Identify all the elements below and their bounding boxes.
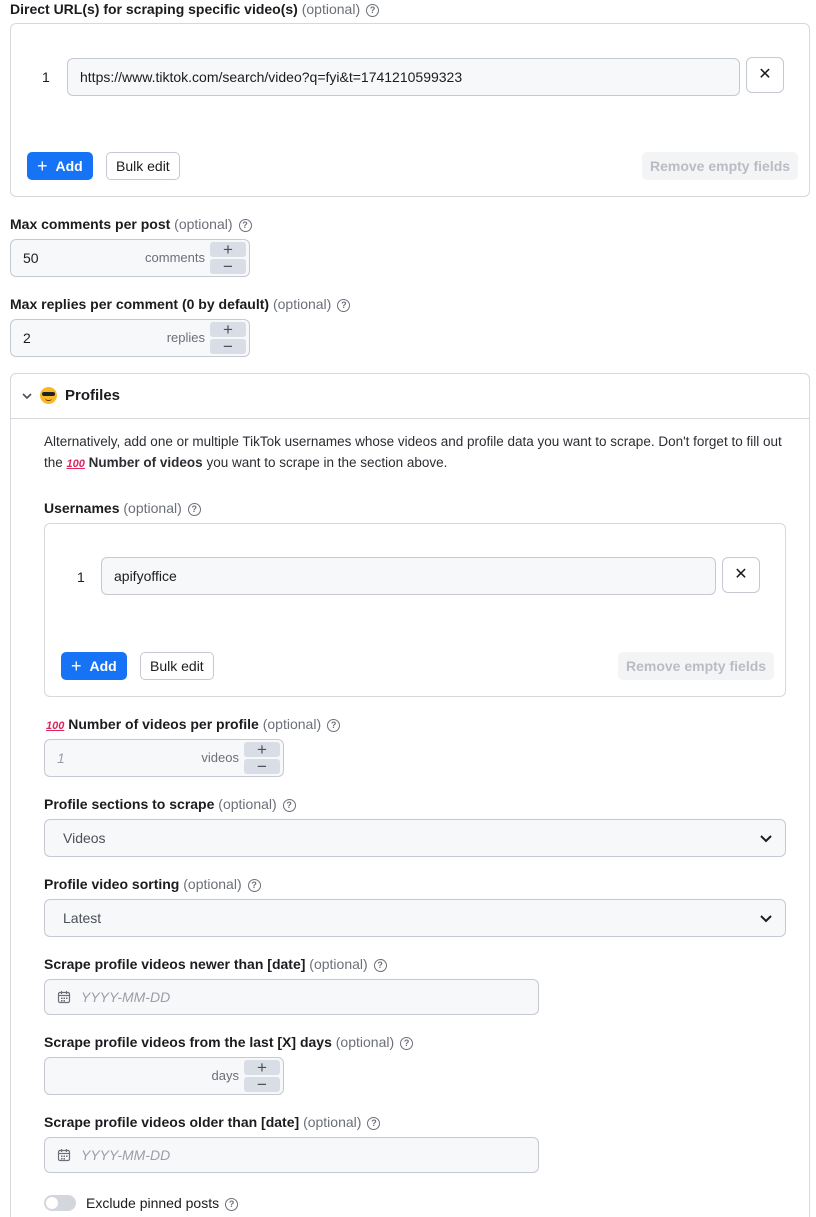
newer-than-date-input[interactable]: YYYY-MM-DD (44, 979, 539, 1015)
remove-empty-usernames-button[interactable]: Remove empty fields (618, 652, 775, 680)
plus-icon[interactable]: + (244, 741, 280, 758)
help-icon[interactable]: ? (337, 299, 351, 312)
profile-sections-label: Profile sections to scrape (optional)? (44, 796, 296, 812)
max-replies-input[interactable]: 2 replies + − (10, 319, 250, 357)
help-icon[interactable]: ? (400, 1037, 414, 1050)
profile-sorting-label: Profile video sorting (optional)? (44, 876, 261, 892)
remove-url-button[interactable]: ✕ (746, 57, 784, 93)
help-icon[interactable]: ? (247, 879, 261, 892)
chevron-down-icon (760, 915, 772, 923)
remove-empty-urls-button[interactable]: Remove empty fields (642, 152, 799, 180)
chevron-down-icon[interactable] (21, 391, 33, 401)
minus-icon[interactable]: − (244, 758, 280, 775)
row-number: 1 (42, 69, 50, 85)
help-icon[interactable]: ? (366, 4, 380, 17)
add-url-button[interactable]: + Add (27, 152, 93, 180)
stepper: + − (210, 241, 246, 276)
toggle-knob (46, 1197, 58, 1209)
plus-icon[interactable]: + (210, 241, 246, 258)
minus-icon[interactable]: − (210, 258, 246, 275)
hundred-emoji-icon: 100 (66, 458, 85, 470)
stepper: + − (210, 321, 246, 356)
profile-sections-select[interactable]: Videos (44, 819, 786, 857)
profiles-section-header[interactable] (10, 373, 810, 419)
last-days-input[interactable]: days + − (44, 1057, 284, 1095)
calendar-icon (57, 1149, 71, 1162)
exclude-pinned-toggle[interactable] (44, 1195, 76, 1211)
videos-per-profile-input[interactable]: 1 videos + − (44, 739, 284, 777)
hundred-emoji-icon: 100 (46, 720, 65, 732)
newer-than-label: Scrape profile videos newer than [date] … (44, 956, 387, 972)
max-replies-label: Max replies per comment (0 by default) (… (10, 296, 351, 312)
chevron-down-icon (760, 835, 772, 843)
help-icon[interactable]: ? (373, 959, 387, 972)
plus-icon: + (37, 156, 48, 176)
help-icon[interactable]: ? (225, 1198, 239, 1211)
urls-label: Direct URL(s) for scraping specific vide… (10, 1, 380, 17)
plus-icon: + (71, 656, 82, 676)
last-days-label: Scrape profile videos from the last [X] … (44, 1034, 414, 1050)
close-icon: ✕ (734, 566, 748, 583)
videos-per-profile-label: 100 Number of videos per profile (option… (46, 716, 341, 732)
older-than-label: Scrape profile videos older than [date] … (44, 1114, 381, 1130)
older-than-date-input[interactable]: YYYY-MM-DD (44, 1137, 539, 1173)
stepper: + − (244, 741, 280, 776)
max-comments-input[interactable]: 50 comments + − (10, 239, 250, 277)
profile-sorting-select[interactable]: Latest (44, 899, 786, 937)
username-input[interactable]: apifyoffice (101, 557, 716, 595)
help-icon[interactable]: ? (282, 799, 296, 812)
profiles-title: Profiles (65, 387, 121, 404)
url-input[interactable]: https://www.tiktok.com/search/video?q=fy… (67, 58, 740, 96)
stepper: + − (244, 1059, 280, 1094)
sunglasses-emoji-icon (40, 387, 57, 404)
add-username-button[interactable]: + Add (61, 652, 127, 680)
bulk-edit-usernames-button[interactable]: Bulk edit (140, 652, 214, 680)
plus-icon[interactable]: + (244, 1059, 280, 1076)
close-icon: ✕ (758, 66, 772, 83)
usernames-label: Usernames (optional)? (44, 500, 201, 516)
exclude-pinned-label: Exclude pinned posts? (86, 1195, 239, 1211)
help-icon[interactable]: ? (367, 1117, 381, 1130)
minus-icon[interactable]: − (210, 338, 246, 355)
minus-icon[interactable]: − (244, 1076, 280, 1093)
bulk-edit-urls-button[interactable]: Bulk edit (106, 152, 180, 180)
calendar-icon (57, 991, 71, 1004)
row-number: 1 (77, 569, 85, 585)
plus-icon[interactable]: + (210, 321, 246, 338)
help-icon[interactable]: ? (187, 503, 201, 516)
max-comments-label: Max comments per post (optional)? (10, 216, 252, 232)
help-icon[interactable]: ? (327, 719, 341, 732)
help-icon[interactable]: ? (238, 219, 252, 232)
remove-username-button[interactable]: ✕ (722, 557, 760, 593)
profiles-description: Alternatively, add one or multiple TikTo… (44, 434, 782, 470)
